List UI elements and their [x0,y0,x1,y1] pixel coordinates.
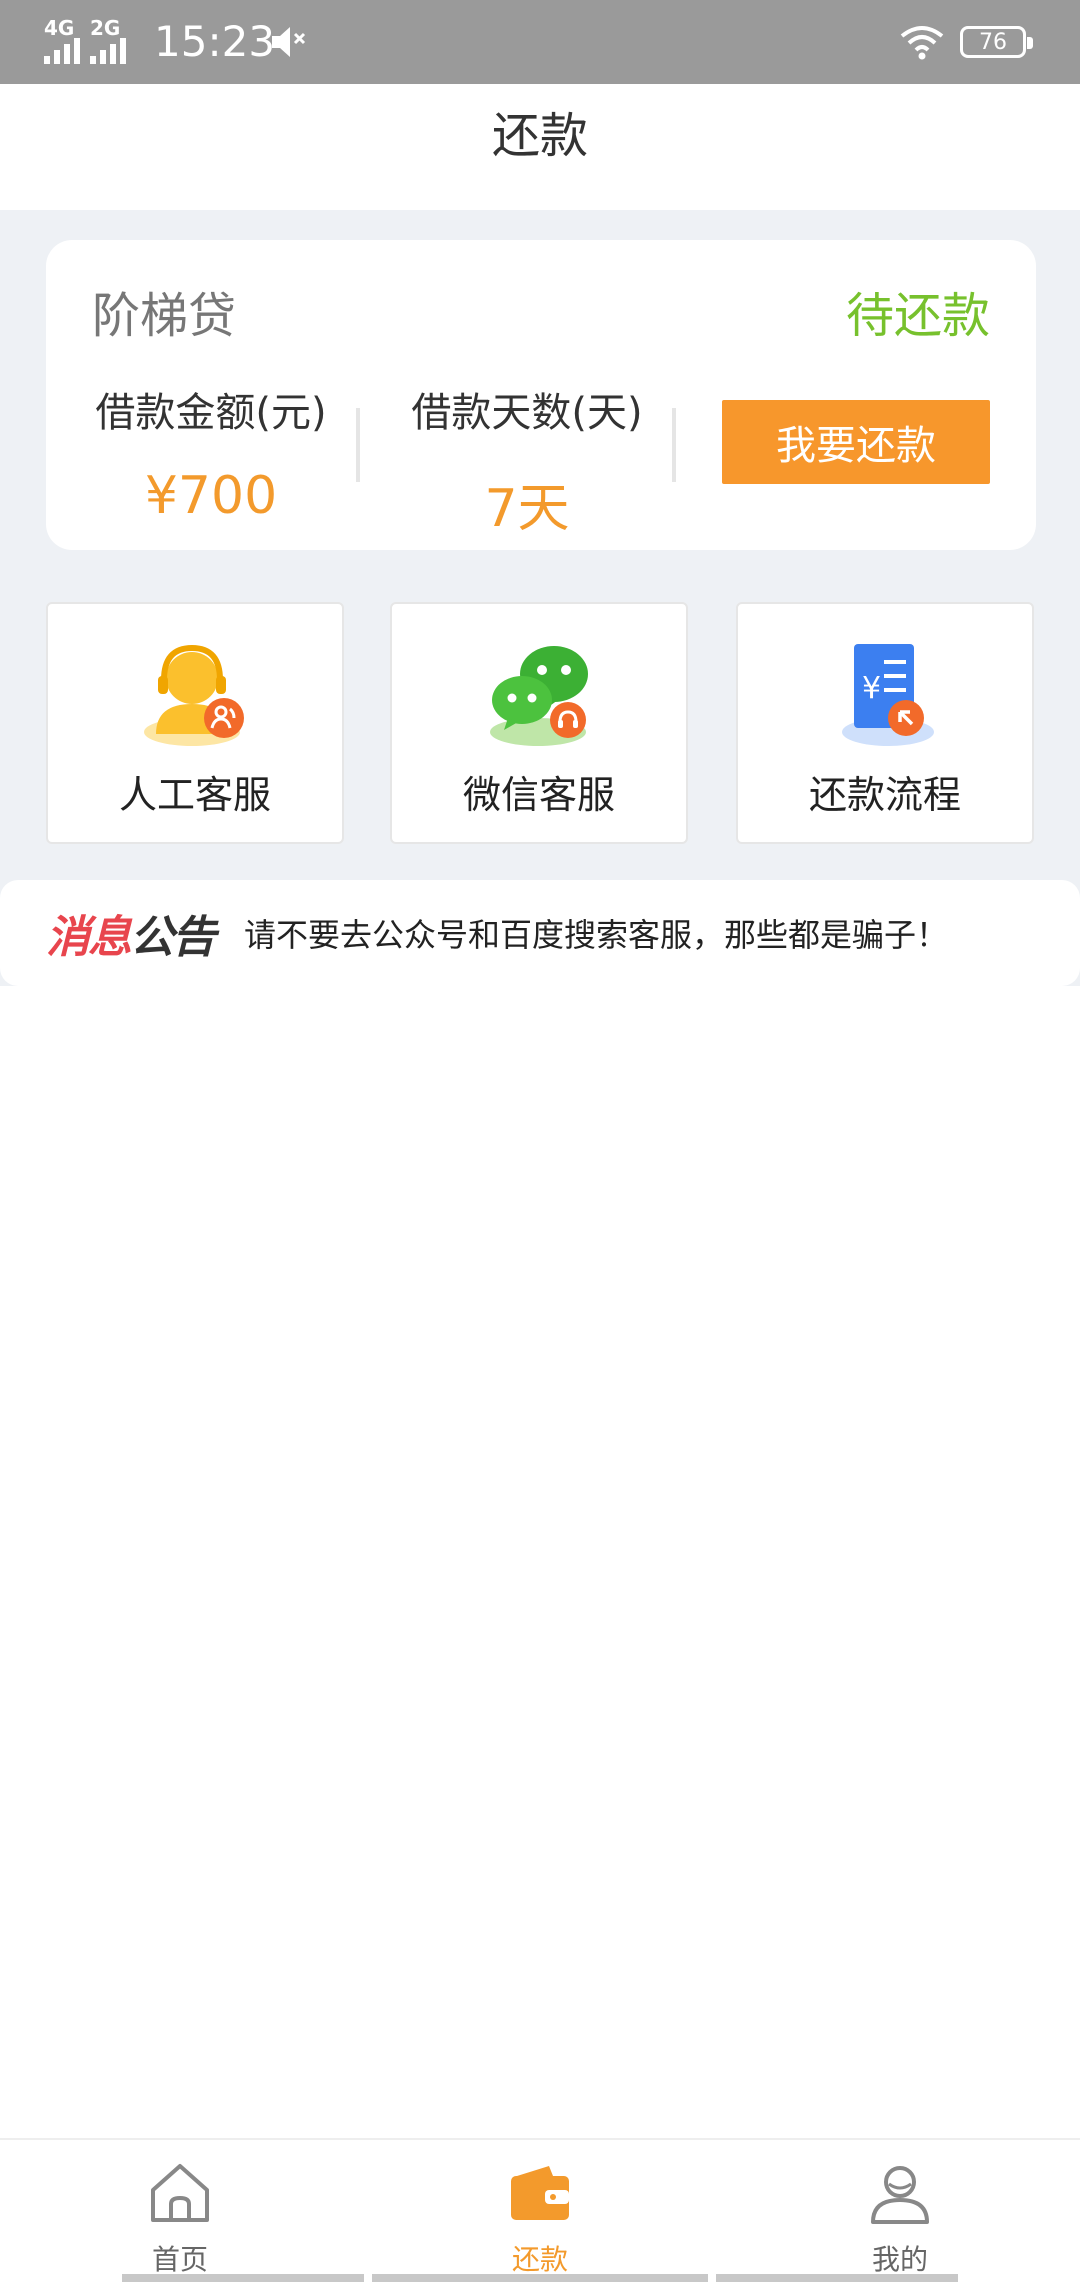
tab-me[interactable]: 我的 [800,2158,1000,2278]
announcement-bar[interactable]: 消息公告 请不要去公众号和百度搜索客服，那些都是骗子！ [0,880,1080,986]
service-tile-label: 人工客服 [118,773,271,817]
loan-status: 待还款 [845,288,990,344]
tab-home[interactable]: 首页 [80,2158,280,2278]
network-type-label: 4G [44,16,75,40]
wifi-icon [898,22,946,66]
signal-2g-icon: 2G [90,18,126,64]
announcement-logo-part2: 公告 [130,912,216,963]
loan-amount: 借款金额(元) ¥700 [66,380,356,526]
svg-text:¥: ¥ [862,671,881,706]
loan-days: 借款天数(天) 7天 [382,380,672,541]
divider [356,408,360,482]
page-header: 还款 [0,84,1080,210]
loan-days-value: 7天 [484,479,570,539]
status-bar: 4G 2G 15:23 76 [0,0,1080,84]
wechat-icon [490,646,588,746]
battery-icon: 76 [960,26,1033,58]
service-tile-customer-service[interactable]: 人工客服 [46,602,344,844]
customer-service-icon [144,644,244,746]
signal-indicators: 4G 2G [44,18,126,64]
battery-level: 76 [979,29,1007,55]
repayment-process-icon: ¥ [842,644,934,746]
loan-card: 阶梯贷 待还款 借款金额(元) ¥700 借款天数(天) 7天 我要还款 [46,240,1036,550]
speaker-muted-icon [268,22,308,66]
nav-indicator [122,2274,364,2282]
user-icon [871,2166,929,2224]
loan-amount-label: 借款金额(元) [95,390,327,436]
tab-label: 我的 [871,2243,928,2276]
bottom-tab-bar: 首页 还款 我的 [0,2138,1080,2282]
wallet-icon [511,2166,569,2220]
loan-product-name: 阶梯贷 [92,288,237,344]
repay-button[interactable]: 我要还款 [722,400,990,484]
loan-days-label: 借款天数(天) [411,390,643,436]
status-time: 15:23 [154,17,276,66]
loan-amount-value: ¥700 [144,466,278,526]
announcement-logo-part1: 消息 [46,912,132,963]
tab-repayment[interactable]: 还款 [440,2158,640,2278]
page-title: 还款 [491,108,588,164]
divider [672,408,676,482]
tab-label: 首页 [151,2243,208,2276]
nav-indicator [372,2274,708,2282]
service-tile-label: 微信客服 [462,773,615,817]
announcement-logo: 消息公告 [46,901,216,965]
home-icon [151,2164,209,2222]
tab-label: 还款 [511,2243,568,2276]
network-type-label: 2G [90,16,121,40]
service-tile-wechat[interactable]: 微信客服 [390,602,688,844]
service-tile-repayment-process[interactable]: ¥ 还款流程 [736,602,1034,844]
service-tile-label: 还款流程 [808,773,961,817]
nav-indicator [716,2274,958,2282]
signal-4g-icon: 4G [44,18,80,64]
announcement-text: 请不要去公众号和百度搜索客服，那些都是骗子！ [244,916,949,954]
